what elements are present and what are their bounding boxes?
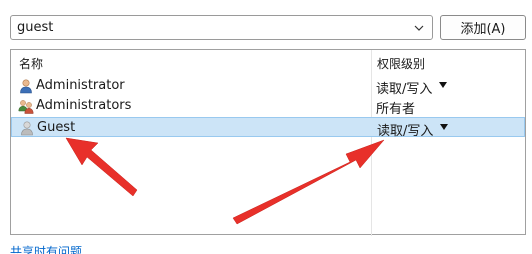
dropdown-arrow-icon[interactable] (439, 82, 447, 88)
list-item-permission: 所有者 (376, 102, 416, 117)
permissions-list[interactable]: 名称 权限级别 Administrator 读取/写入 Administrato… (10, 49, 526, 236)
group-icon (18, 98, 34, 114)
column-header-permission[interactable]: 权限级别 (377, 55, 425, 72)
list-item-name: Administrator (36, 78, 125, 93)
guest-user-icon (19, 120, 35, 136)
user-icon (18, 78, 34, 94)
share-dialog: guest 添加(A) 名称 权限级别 Administrator 读取/写入 (0, 0, 532, 254)
user-search-combobox[interactable]: guest (10, 15, 433, 40)
column-header-name[interactable]: 名称 (19, 55, 43, 72)
dropdown-arrow-icon[interactable] (440, 124, 448, 130)
chevron-down-icon[interactable] (410, 18, 428, 37)
list-item-permission[interactable]: 读取/写入 (376, 78, 432, 97)
list-header: 名称 权限级别 (11, 50, 525, 74)
list-item[interactable]: Administrator 读取/写入 (11, 76, 525, 97)
add-button[interactable]: 添加(A) (440, 15, 526, 40)
list-item-name: Administrators (36, 98, 132, 113)
list-item-permission[interactable]: 读取/写入 (377, 120, 433, 139)
list-item[interactable]: Administrators 所有者 (11, 96, 525, 117)
list-item-name: Guest (37, 120, 76, 135)
user-search-value: guest (17, 20, 54, 35)
sharing-help-link[interactable]: 共享时有问题 (10, 243, 82, 254)
list-item[interactable]: Guest 读取/写入 (11, 117, 525, 139)
